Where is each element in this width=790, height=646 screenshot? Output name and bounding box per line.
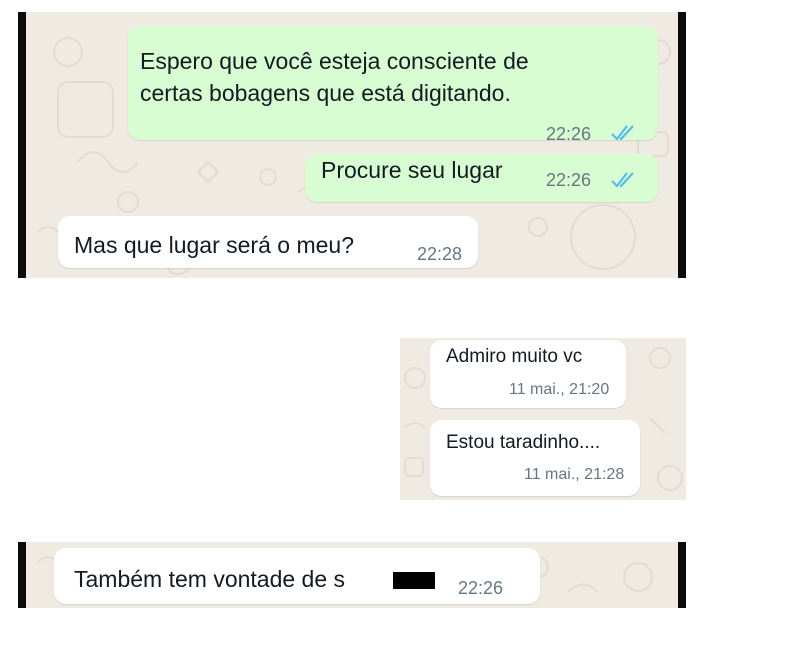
message-text: Espero que você esteja consciente de (140, 48, 529, 74)
crop-border-right (678, 542, 686, 608)
message-bubble[interactable]: Admiro muito vc 11 mai., 21:20 (430, 340, 626, 408)
crop-border-right (678, 12, 686, 278)
double-check-read-icon (611, 172, 634, 188)
crop-border-left (18, 542, 26, 608)
message-text: certas bobagens que está digitando. (140, 80, 511, 106)
message-time: 22:28 (417, 244, 463, 264)
chat-screenshot-3: Também tem vontade de s 22:26 (18, 542, 686, 608)
double-check-read-icon (611, 125, 634, 141)
message-time: 22:26 (546, 124, 592, 144)
message-text: Procure seu lugar (321, 157, 503, 183)
message-bubble-incoming[interactable]: Mas que lugar será o meu? 22:28 (58, 216, 478, 268)
message-time: 22:26 (458, 578, 504, 598)
crop-border-left (18, 12, 26, 278)
message-text: Admiro muito vc (446, 346, 583, 367)
message-bubble-incoming[interactable]: Também tem vontade de s 22:26 (54, 548, 540, 604)
message-text: Também tem vontade de s (74, 566, 346, 592)
message-text: Estou taradinho.... (446, 432, 601, 453)
message-text: Mas que lugar será o meu? (74, 232, 354, 258)
message-time: 22:26 (546, 170, 592, 190)
redaction-bar (393, 572, 435, 589)
message-bubble-outgoing[interactable]: Procure seu lugar 22:26 (305, 154, 658, 202)
message-bubble-outgoing[interactable]: Espero que você esteja consciente de cer… (128, 26, 658, 144)
message-time: 11 mai., 21:20 (509, 381, 610, 398)
message-time: 11 mai., 21:28 (524, 466, 625, 483)
chat-screenshot-2: Admiro muito vc 11 mai., 21:20 Estou tar… (400, 338, 686, 500)
message-bubble[interactable]: Estou taradinho.... 11 mai., 21:28 (430, 420, 640, 496)
chat-screenshot-1: Espero que você esteja consciente de cer… (18, 12, 686, 278)
